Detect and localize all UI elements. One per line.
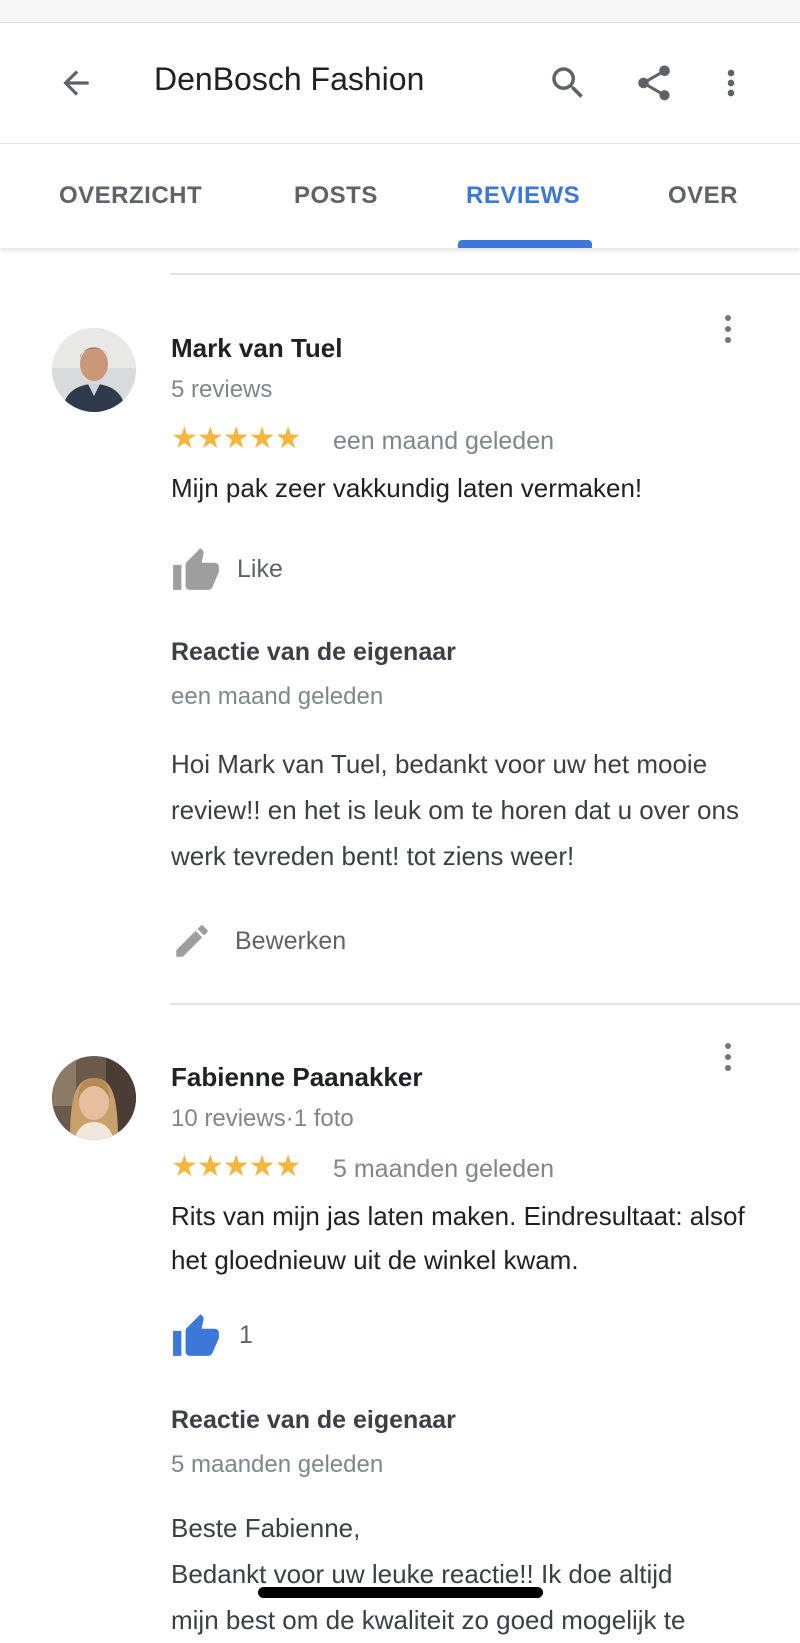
like-count: 1 <box>239 1320 253 1349</box>
review-date: 5 maanden geleden <box>333 1155 555 1183</box>
more-options-button[interactable] <box>707 59 755 107</box>
reviewer-photo <box>52 328 136 412</box>
reviewer-name[interactable]: Fabienne Paanakker <box>171 1062 422 1093</box>
owner-reply-line: Beste Fabienne, <box>171 1513 361 1543</box>
owner-reply-line: mijn best om de kwaliteit zo goed mogeli… <box>171 1605 686 1635</box>
review-more-button[interactable] <box>712 1037 744 1077</box>
search-button[interactable] <box>544 59 592 107</box>
review-date: een maand geleden <box>333 427 555 455</box>
like-label: Like <box>237 554 283 583</box>
back-button[interactable] <box>52 59 100 107</box>
search-icon <box>552 67 583 98</box>
page-title: DenBosch Fashion <box>154 61 425 97</box>
edit-reply-button[interactable]: Bewerken <box>171 916 346 966</box>
thumbs-up-icon <box>173 548 219 590</box>
divider <box>170 273 800 275</box>
review-text: Rits van mijn jas laten maken. Eindresul… <box>171 1201 745 1275</box>
like-button[interactable]: Like <box>171 544 283 594</box>
owner-reply-text: Beste Fabienne, Bedankt voor uw leuke re… <box>171 1505 771 1643</box>
review-text: Mijn pak zeer vakkundig laten vermaken! <box>171 473 643 503</box>
pencil-icon <box>176 925 208 957</box>
tab-posts[interactable]: POSTS <box>294 182 378 210</box>
reviewer-name[interactable]: Mark van Tuel <box>171 333 342 364</box>
arrow-left-icon <box>63 70 89 96</box>
divider <box>170 1003 800 1005</box>
thumbs-up-icon <box>173 1314 219 1356</box>
status-bar <box>0 0 800 23</box>
active-tab-indicator <box>458 240 592 248</box>
star-rating: ★★★★★ <box>171 1150 301 1183</box>
share-icon <box>638 65 670 101</box>
avatar[interactable] <box>52 328 136 412</box>
owner-reply-date: 5 maanden geleden <box>171 1451 384 1478</box>
tab-overzicht[interactable]: OVERZICHT <box>59 182 202 210</box>
review-more-button[interactable] <box>712 309 744 349</box>
reviewer-meta: 10 reviews·1 foto <box>171 1105 354 1132</box>
edit-label: Bewerken <box>235 926 347 955</box>
reviewer-meta: 5 reviews <box>171 376 273 403</box>
share-button[interactable] <box>630 59 678 107</box>
like-button[interactable]: 1 <box>171 1310 253 1360</box>
owner-reply-title: Reactie van de eigenaar <box>171 1406 456 1434</box>
tab-over[interactable]: OVER <box>668 182 738 210</box>
reviewer-photo <box>52 1056 136 1140</box>
star-rating: ★★★★★ <box>171 422 301 455</box>
owner-reply-date: een maand geleden <box>171 683 384 710</box>
tab-bar: OVERZICHT POSTS REVIEWS OVER <box>0 144 800 248</box>
owner-reply-text: Hoi Mark van Tuel, bedankt voor uw het m… <box>171 749 739 871</box>
more-vert-icon <box>727 69 735 97</box>
more-vert-icon <box>725 1043 731 1049</box>
home-indicator[interactable] <box>258 1587 543 1598</box>
avatar[interactable] <box>52 1056 136 1140</box>
owner-reply-title: Reactie van de eigenaar <box>171 638 456 666</box>
more-vert-icon <box>725 315 731 321</box>
app-bar: DenBosch Fashion <box>0 23 800 144</box>
tab-reviews[interactable]: REVIEWS <box>466 182 580 210</box>
